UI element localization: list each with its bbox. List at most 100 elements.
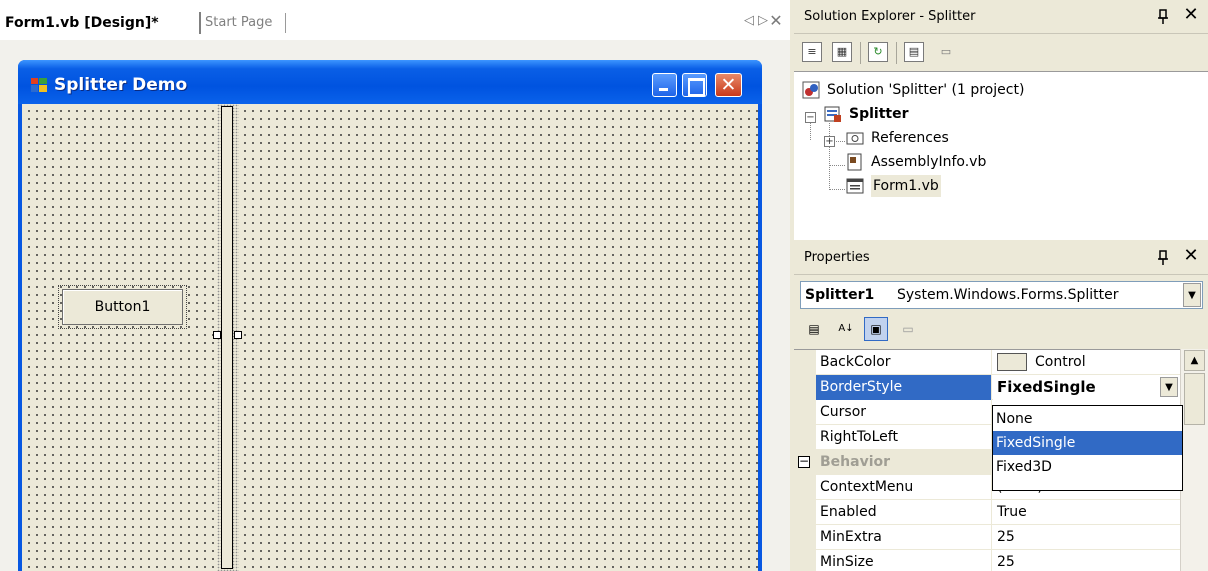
pin-icon[interactable] bbox=[1155, 250, 1171, 266]
color-swatch bbox=[997, 353, 1027, 371]
close-panel-icon[interactable]: ✕ bbox=[1182, 245, 1200, 266]
category-name: Behavior bbox=[816, 450, 992, 475]
solution-icon bbox=[802, 81, 820, 99]
close-document-icon[interactable]: ✕ bbox=[769, 11, 783, 31]
borderstyle-editor[interactable]: FixedSingle ▼ bbox=[993, 375, 1180, 400]
grid-margin bbox=[794, 425, 816, 450]
form-client-area[interactable]: Button1 bbox=[22, 104, 758, 571]
tree-line bbox=[829, 120, 830, 190]
property-name: RightToLeft bbox=[816, 425, 992, 450]
property-name: BorderStyle bbox=[816, 375, 992, 400]
property-name: BackColor bbox=[816, 350, 992, 375]
properties-toolbar: ▤ A↓ ▣ ▭ bbox=[794, 312, 1208, 346]
view-code-icon[interactable]: ▤ bbox=[904, 42, 924, 62]
grid-margin bbox=[794, 475, 816, 500]
references-icon bbox=[846, 129, 864, 147]
property-pages-icon[interactable]: ▭ bbox=[896, 317, 920, 341]
close-icon: ✕ bbox=[720, 74, 737, 96]
borderstyle-value: FixedSingle bbox=[997, 378, 1096, 396]
grid-margin bbox=[794, 375, 816, 400]
toolbar-separator bbox=[896, 42, 897, 64]
button1[interactable]: Button1 bbox=[62, 289, 183, 325]
property-value-text: Control bbox=[1035, 354, 1086, 370]
splitter1[interactable] bbox=[221, 106, 233, 569]
grid-margin bbox=[794, 550, 816, 571]
properties-title: Properties bbox=[804, 250, 870, 265]
selected-object-type: System.Windows.Forms.Splitter bbox=[897, 287, 1119, 303]
view-designer-icon[interactable]: ▭ bbox=[936, 42, 956, 62]
grid-margin bbox=[794, 500, 816, 525]
borderstyle-dropdown-list[interactable]: None FixedSingle Fixed3D bbox=[992, 405, 1183, 491]
alphabetical-icon[interactable]: A↓ bbox=[834, 317, 858, 341]
tab-start-page[interactable]: Start Page bbox=[199, 12, 272, 34]
pin-icon[interactable] bbox=[1155, 9, 1171, 25]
scroll-tabs-left-icon[interactable]: ◁ bbox=[742, 11, 756, 31]
collapse-category-icon[interactable]: − bbox=[798, 455, 810, 468]
solution-explorer-header: Solution Explorer - Splitter ✕ bbox=[794, 0, 1208, 34]
form-file-icon bbox=[846, 177, 864, 195]
property-row-backcolor[interactable]: BackColor Control bbox=[794, 350, 1180, 375]
categorized-icon[interactable]: ▤ bbox=[802, 317, 826, 341]
collapse-icon[interactable]: − bbox=[805, 112, 816, 123]
maximize-button[interactable] bbox=[682, 73, 707, 97]
properties-icon[interactable]: ≡ bbox=[802, 42, 822, 62]
minimize-button[interactable] bbox=[652, 73, 677, 97]
vb-file-icon bbox=[846, 153, 864, 171]
property-name: MinExtra bbox=[816, 525, 992, 550]
property-value[interactable]: True bbox=[993, 500, 1180, 525]
property-row-borderstyle[interactable]: BorderStyle FixedSingle ▼ bbox=[794, 375, 1180, 400]
dropdown-option-fixed3d[interactable]: Fixed3D bbox=[993, 455, 1182, 479]
form-title-bar[interactable]: Splitter Demo ✕ bbox=[18, 60, 762, 104]
tree-label-assemblyinfo: AssemblyInfo.vb bbox=[871, 154, 987, 170]
tab-divider bbox=[285, 13, 286, 33]
property-value[interactable]: Control bbox=[993, 350, 1180, 375]
resize-handle-left[interactable] bbox=[213, 331, 221, 339]
solution-tree: Solution 'Splitter' (1 project) − Splitt… bbox=[794, 71, 1208, 240]
form-icon bbox=[31, 78, 47, 92]
grid-margin bbox=[794, 525, 816, 550]
tab-form1-design[interactable]: Form1.vb [Design]* bbox=[5, 12, 159, 34]
resize-handle-right[interactable] bbox=[234, 331, 242, 339]
properties-scrollbar[interactable]: ▲ bbox=[1180, 349, 1208, 571]
project-icon bbox=[824, 105, 842, 123]
scroll-tabs-right-icon[interactable]: ▷ bbox=[756, 11, 770, 31]
refresh-icon[interactable]: ↻ bbox=[868, 42, 888, 62]
close-button[interactable]: ✕ bbox=[715, 73, 742, 97]
scroll-thumb[interactable] bbox=[1184, 373, 1205, 425]
property-name: ContextMenu bbox=[816, 475, 992, 500]
tree-label-project: Splitter bbox=[849, 106, 909, 122]
property-name: Cursor bbox=[816, 400, 992, 425]
tree-label-solution: Solution 'Splitter' (1 project) bbox=[827, 82, 1025, 98]
properties-header: Properties ✕ bbox=[794, 241, 1208, 275]
property-name: Enabled bbox=[816, 500, 992, 525]
tree-line bbox=[810, 120, 811, 140]
property-row-minsize[interactable]: MinSize 25 bbox=[794, 550, 1180, 571]
tree-label-references: References bbox=[871, 130, 949, 146]
grid-margin bbox=[794, 350, 816, 375]
dropdown-option-fixedsingle[interactable]: FixedSingle bbox=[993, 431, 1182, 455]
form-title: Splitter Demo bbox=[54, 75, 188, 95]
object-selector[interactable]: Splitter1 System.Windows.Forms.Splitter … bbox=[800, 281, 1203, 309]
chevron-down-icon[interactable]: ▼ bbox=[1160, 377, 1178, 397]
scroll-up-icon[interactable]: ▲ bbox=[1184, 350, 1205, 371]
expand-icon[interactable]: + bbox=[824, 136, 835, 147]
property-name: MinSize bbox=[816, 550, 992, 571]
document-tabs: Form1.vb [Design]* Start Page ◁ ▷ ✕ bbox=[0, 0, 790, 40]
chevron-down-icon[interactable]: ▼ bbox=[1183, 283, 1201, 307]
property-value[interactable]: 25 bbox=[993, 525, 1180, 550]
grid-margin bbox=[794, 400, 816, 425]
solution-explorer-toolbar: ≡ ▦ ↻ ▤ ▭ bbox=[794, 35, 1208, 71]
selected-object-name: Splitter1 bbox=[805, 287, 875, 303]
close-panel-icon[interactable]: ✕ bbox=[1182, 4, 1200, 25]
property-row-minextra[interactable]: MinExtra 25 bbox=[794, 525, 1180, 550]
show-all-files-icon[interactable]: ▦ bbox=[832, 42, 852, 62]
property-row-enabled[interactable]: Enabled True bbox=[794, 500, 1180, 525]
properties-view-icon[interactable]: ▣ bbox=[864, 317, 888, 341]
solution-explorer-title: Solution Explorer - Splitter bbox=[804, 9, 976, 24]
dropdown-option-none[interactable]: None bbox=[993, 407, 1182, 431]
property-value[interactable]: 25 bbox=[993, 550, 1180, 571]
designer-area: Form1.vb [Design]* Start Page ◁ ▷ ✕ Spli… bbox=[0, 0, 790, 571]
form-window[interactable]: Splitter Demo ✕ Button1 bbox=[18, 60, 762, 571]
toolbar-separator bbox=[860, 42, 861, 64]
tree-label-form1: Form1.vb bbox=[871, 175, 941, 197]
